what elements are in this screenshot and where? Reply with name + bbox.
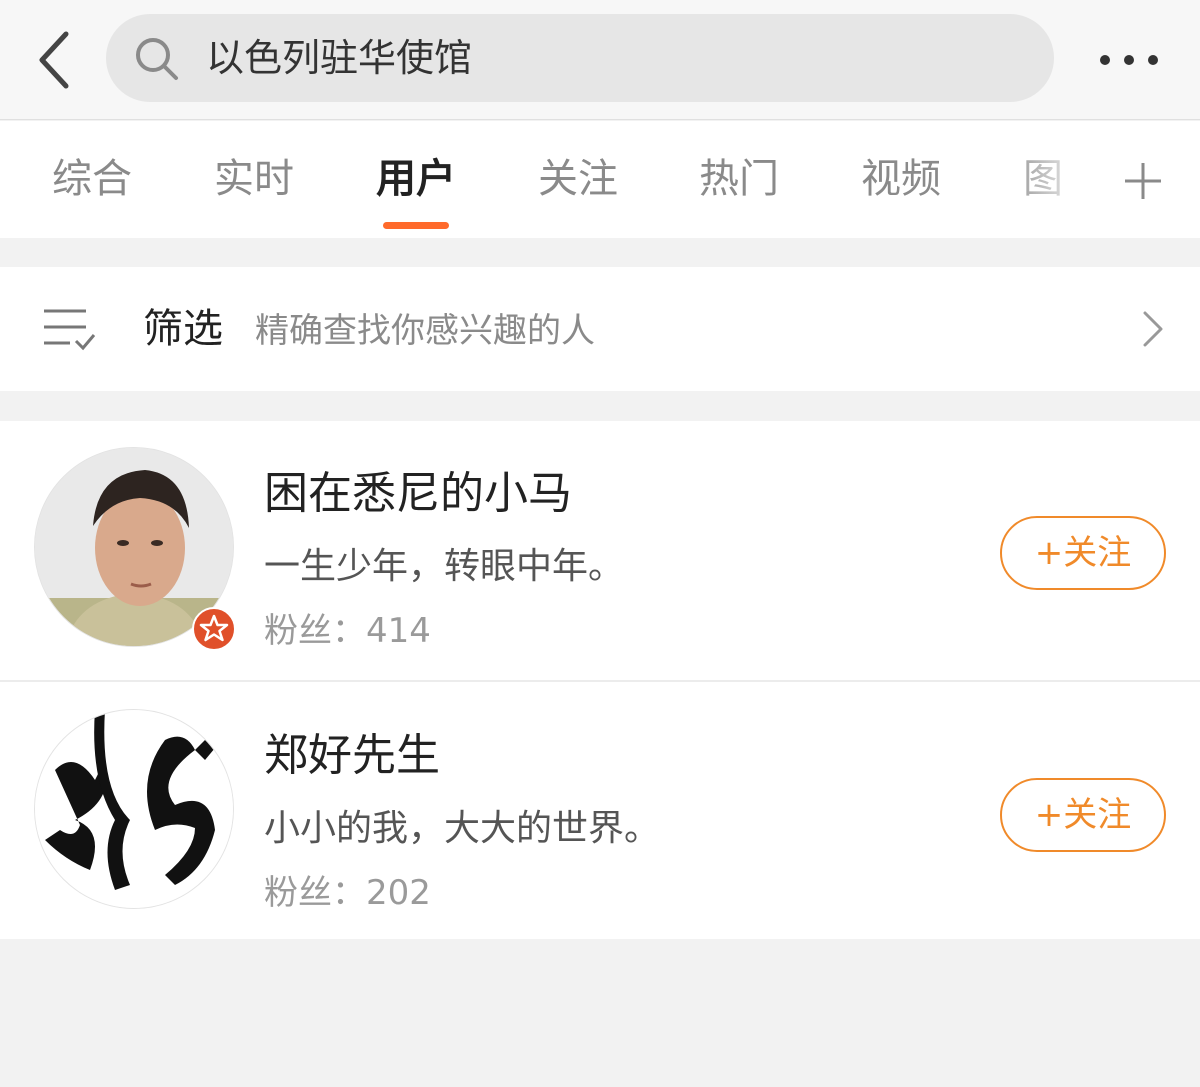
user-row[interactable]: 困在悉尼的小马 一生少年，转眼中年。 粉丝：414 +关注 xyxy=(0,421,1200,680)
fans-label: 粉丝： xyxy=(264,873,366,913)
row-divider xyxy=(0,680,1200,682)
follow-button[interactable]: +关注 xyxy=(1000,516,1166,590)
fans-count: 414 xyxy=(366,611,431,651)
tab-realtime[interactable]: 实时 xyxy=(194,121,314,238)
more-icon xyxy=(1100,55,1158,65)
filter-hint: 精确查找你感兴趣的人 xyxy=(255,311,595,351)
user-row[interactable]: 郑好先生 小小的我，大大的世界。 粉丝：202 +关注 xyxy=(0,683,1200,942)
fans-count: 202 xyxy=(366,873,431,913)
follow-button[interactable]: +关注 xyxy=(1000,778,1166,852)
filter-row[interactable]: 筛选 精确查找你感兴趣的人 xyxy=(0,267,1200,391)
tab-following[interactable]: 关注 xyxy=(518,121,638,238)
search-bar[interactable]: 以色列驻华使馆 xyxy=(106,14,1054,102)
tab-fade-overlay xyxy=(1000,121,1080,238)
fans-label: 粉丝： xyxy=(264,611,366,651)
tab-video[interactable]: 视频 xyxy=(841,121,961,238)
add-tab-icon[interactable] xyxy=(1122,160,1164,202)
tab-users[interactable]: 用户 xyxy=(356,121,476,238)
top-bar: 以色列驻华使馆 xyxy=(0,0,1200,120)
active-tab-indicator xyxy=(383,222,449,229)
filter-label: 筛选 xyxy=(143,306,223,352)
tab-comprehensive[interactable]: 综合 xyxy=(32,121,152,238)
back-button[interactable] xyxy=(30,30,80,90)
user-bio: 一生少年，转眼中年。 xyxy=(264,546,625,587)
user-name[interactable]: 郑好先生 xyxy=(264,719,440,783)
avatar[interactable] xyxy=(34,709,234,909)
user-name[interactable]: 困在悉尼的小马 xyxy=(264,457,572,521)
user-bio: 小小的我，大大的世界。 xyxy=(264,808,661,849)
tab-bar: 综合 实时 用户 关注 热门 视频 图 xyxy=(0,121,1200,238)
back-icon xyxy=(39,31,69,89)
search-input[interactable]: 以色列驻华使馆 xyxy=(206,14,472,102)
verified-badge-icon xyxy=(192,607,236,651)
chevron-right-icon xyxy=(1143,311,1163,347)
search-icon xyxy=(136,38,178,80)
user-fans: 粉丝：202 xyxy=(264,865,431,914)
filter-icon xyxy=(44,309,96,351)
more-button[interactable] xyxy=(1095,40,1165,80)
user-list: 困在悉尼的小马 一生少年，转眼中年。 粉丝：414 +关注 郑好先生 小小的我，… xyxy=(0,421,1200,939)
tab-hot[interactable]: 热门 xyxy=(679,121,799,238)
user-fans: 粉丝：414 xyxy=(264,603,431,652)
avatar-calligraphy xyxy=(35,710,233,908)
